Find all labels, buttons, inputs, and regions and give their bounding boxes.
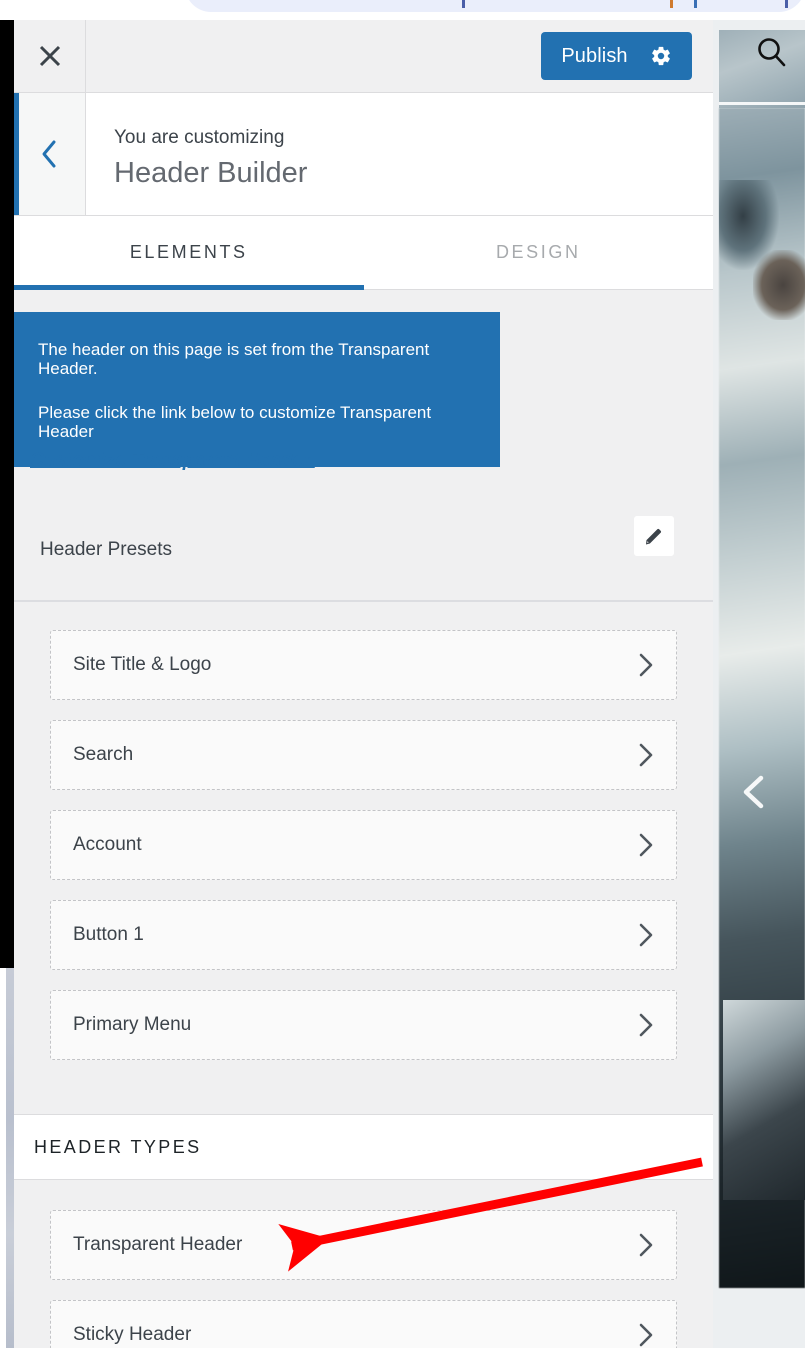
builder-item-label: Search: [73, 744, 134, 765]
left-black-gutter: [0, 20, 14, 968]
chevron-right-icon: [638, 1012, 654, 1038]
builder-item-label: Transparent Header: [73, 1234, 243, 1255]
notice-line-2: Please click the link below to customize…: [38, 403, 432, 441]
publish-button-label: Publish: [561, 44, 628, 67]
customizer-header-bar: Publish: [14, 20, 713, 93]
site-preview-pane[interactable]: [713, 20, 805, 1348]
builder-item-button-1[interactable]: Button 1: [50, 900, 677, 970]
customizer-tabs: ELEMENTS DESIGN: [14, 216, 713, 290]
tab-design-label: DESIGN: [495, 242, 581, 262]
gear-icon[interactable]: [650, 45, 672, 67]
header-elements-list: Site Title & Logo Search Account Button …: [14, 630, 713, 1080]
header-types-list: Transparent Header Sticky Header: [14, 1210, 713, 1348]
search-icon[interactable]: [755, 36, 789, 70]
builder-item-label: Sticky Header: [73, 1324, 192, 1345]
tab-elements[interactable]: ELEMENTS: [14, 216, 364, 290]
banner-tick-mark: [670, 0, 673, 8]
banner-tick-mark: [694, 0, 697, 8]
header-presets-row: Header Presets: [14, 506, 713, 600]
chevron-right-icon: [638, 742, 654, 768]
section-divider: [14, 600, 713, 602]
banner-tick-mark: [462, 0, 465, 8]
tab-elements-label: ELEMENTS: [129, 242, 248, 262]
transparent-header-notice: The header on this page is set from the …: [14, 312, 500, 467]
chevron-right-icon: [638, 652, 654, 678]
chevron-left-icon[interactable]: [738, 770, 772, 814]
builder-item-sticky-header[interactable]: Sticky Header: [50, 1300, 677, 1348]
builder-item-site-title-logo[interactable]: Site Title & Logo: [50, 630, 677, 700]
banner-tick-mark: [785, 0, 788, 8]
builder-item-account[interactable]: Account: [50, 810, 677, 880]
close-icon[interactable]: [14, 20, 86, 92]
chevron-right-icon: [638, 832, 654, 858]
preview-photo-blob: [723, 1000, 805, 1200]
notice-line-1: The header on this page is set from the …: [38, 340, 430, 378]
builder-item-label: Site Title & Logo: [73, 654, 212, 675]
preview-left-white-edge: [0, 968, 6, 1348]
top-partial-banner-strip: [0, 0, 805, 20]
header-types-heading-label: HEADER TYPES: [34, 1136, 202, 1157]
builder-item-search[interactable]: Search: [50, 720, 677, 790]
customizing-eyebrow: You are customizing: [114, 127, 285, 148]
back-button[interactable]: [14, 93, 86, 215]
header-types-section-heading: HEADER TYPES: [14, 1114, 713, 1180]
pencil-icon[interactable]: [634, 516, 674, 556]
notification-banner-fragment: [185, 0, 805, 12]
builder-item-primary-menu[interactable]: Primary Menu: [50, 990, 677, 1060]
chevron-right-icon: [638, 922, 654, 948]
customizer-body: The header on this page is set from the …: [14, 290, 713, 1348]
publish-button[interactable]: Publish: [541, 32, 692, 80]
preview-photo-blob: [753, 250, 805, 320]
tab-design[interactable]: DESIGN: [364, 216, 714, 289]
customizer-panel: Publish You are customizing Header Build…: [14, 20, 713, 1348]
chevron-right-icon: [638, 1232, 654, 1258]
builder-item-transparent-header[interactable]: Transparent Header: [50, 1210, 677, 1280]
back-accent-bar: [14, 93, 19, 215]
header-presets-label: Header Presets: [40, 539, 173, 560]
chevron-right-icon: [638, 1322, 654, 1348]
preview-header-divider: [719, 102, 805, 105]
customize-transparent-header-link[interactable]: Customize Transparent Header.: [30, 450, 315, 472]
builder-item-label: Button 1: [73, 924, 144, 945]
customizer-title-row: You are customizing Header Builder: [14, 93, 713, 216]
page-title: Header Builder: [114, 157, 308, 189]
builder-item-label: Account: [73, 834, 142, 855]
builder-item-label: Primary Menu: [73, 1014, 192, 1035]
